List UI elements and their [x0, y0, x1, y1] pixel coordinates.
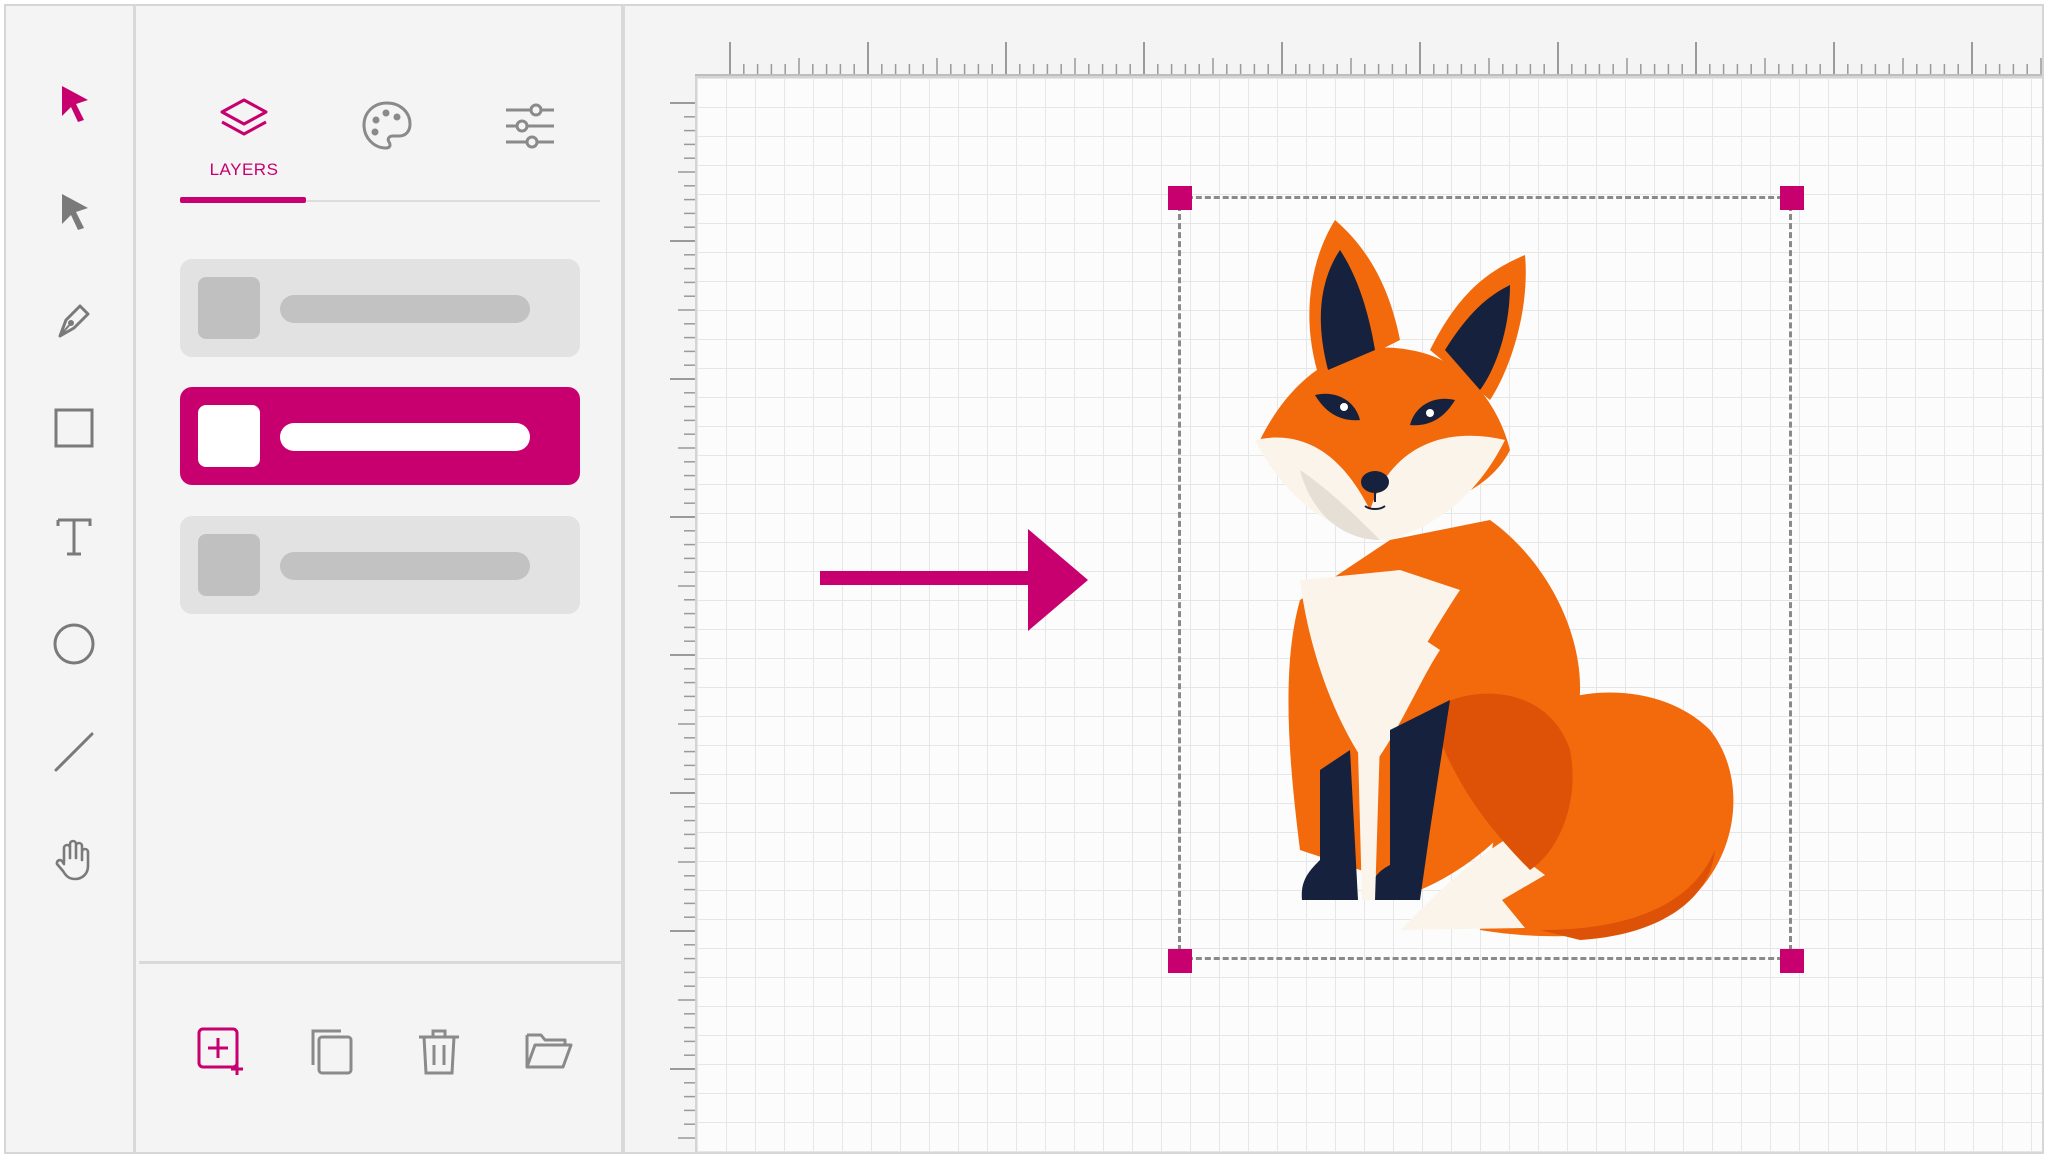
duplicate-layer-button[interactable] [301, 1021, 361, 1081]
palette-icon [362, 101, 412, 150]
layer-name-placeholder [280, 295, 530, 323]
vertical-ruler[interactable] [670, 98, 696, 1148]
active-tab-indicator [180, 197, 306, 203]
line-tool[interactable] [38, 716, 110, 788]
direct-select-tool[interactable] [38, 176, 110, 248]
duplicate-icon [311, 1029, 353, 1075]
folder-icon [525, 1033, 573, 1069]
tab-appearance[interactable] [322, 98, 452, 208]
tab-layers-label: LAYERS [209, 160, 279, 179]
pen-tool[interactable] [38, 284, 110, 356]
layer-thumbnail [198, 534, 260, 596]
pen-nib-icon [58, 304, 90, 338]
rectangle-tool[interactable] [38, 392, 110, 464]
footer-divider [139, 961, 621, 964]
add-layer-icon [197, 1027, 243, 1075]
sliders-icon [506, 103, 554, 149]
layer-row[interactable] [180, 259, 580, 357]
layer-row[interactable] [180, 516, 580, 614]
panel-tabs: LAYERS [139, 6, 625, 206]
text-tool[interactable] [38, 500, 110, 572]
resize-handle-top-left[interactable] [1168, 186, 1192, 210]
layers-icon [220, 98, 268, 136]
layer-thumbnail [198, 405, 260, 467]
tab-layers[interactable]: LAYERS [179, 94, 309, 204]
trash-icon [419, 1029, 459, 1075]
hand-icon [55, 839, 90, 881]
ellipse-tool[interactable] [38, 608, 110, 680]
rectangle-icon [54, 408, 94, 448]
circle-icon [53, 623, 95, 665]
delete-layer-button[interactable] [409, 1021, 469, 1081]
layer-name-placeholder [280, 423, 530, 451]
select-tool[interactable] [38, 68, 110, 140]
tab-properties[interactable] [465, 98, 595, 208]
tool-rail [6, 6, 136, 1152]
pointer-arrow-icon [820, 529, 1088, 631]
text-t-icon [56, 518, 92, 556]
direct-select-arrow-icon [62, 194, 88, 230]
layer-name-placeholder [280, 552, 530, 580]
hand-tool[interactable] [38, 824, 110, 896]
layers-panel: LAYERS [139, 6, 625, 1152]
open-folder-button[interactable] [519, 1021, 579, 1081]
line-icon [54, 732, 94, 772]
add-layer-button[interactable] [191, 1021, 251, 1081]
fox-illustration-icon[interactable] [1240, 210, 1760, 950]
layer-thumbnail [198, 277, 260, 339]
horizontal-ruler[interactable] [695, 30, 2042, 76]
resize-handle-bottom-left[interactable] [1168, 949, 1192, 973]
cursor-arrow-icon [62, 86, 88, 122]
resize-handle-top-right[interactable] [1780, 186, 1804, 210]
resize-handle-bottom-right[interactable] [1780, 949, 1804, 973]
layer-row-selected[interactable] [180, 387, 580, 485]
